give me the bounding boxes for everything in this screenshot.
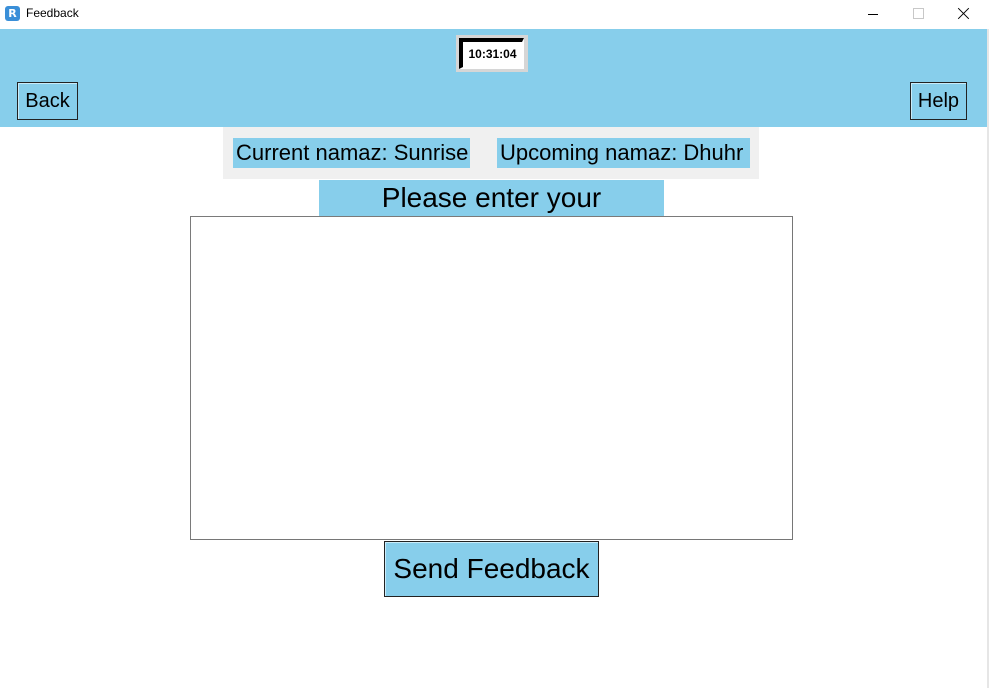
- upcoming-namaz-label: Upcoming namaz: Dhuhr: [497, 138, 750, 168]
- minimize-button[interactable]: [850, 0, 896, 29]
- namaz-info: Current namaz: Sunrise Upcoming namaz: D…: [223, 127, 759, 179]
- current-namaz-label: Current namaz: Sunrise: [233, 138, 470, 168]
- send-feedback-button[interactable]: Send Feedback: [384, 541, 599, 597]
- back-button[interactable]: Back: [17, 82, 78, 120]
- feedback-textarea[interactable]: [190, 216, 793, 540]
- clock-display: 10:31:04: [456, 35, 528, 72]
- help-button[interactable]: Help: [910, 82, 967, 120]
- window-title: Feedback: [26, 6, 79, 20]
- app-icon: R: [5, 6, 20, 21]
- feedback-prompt: Please enter your feedback:: [319, 180, 664, 249]
- clock-time: 10:31:04: [459, 38, 524, 69]
- maximize-button[interactable]: [895, 0, 941, 29]
- title-bar: R Feedback: [0, 0, 989, 29]
- header-bar: 10:31:04 Back Help: [0, 29, 987, 127]
- close-button[interactable]: [941, 0, 987, 29]
